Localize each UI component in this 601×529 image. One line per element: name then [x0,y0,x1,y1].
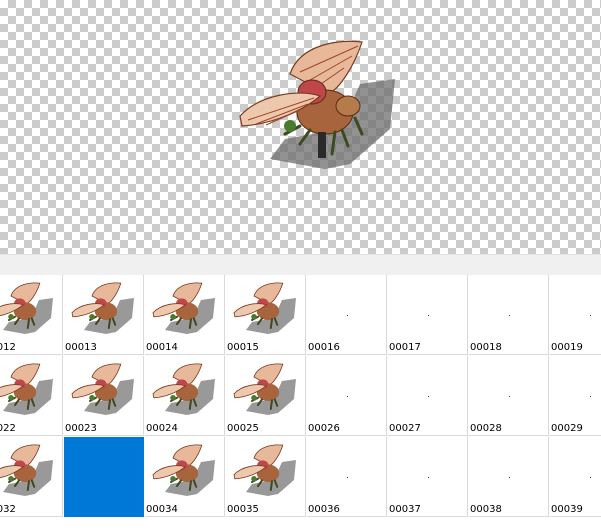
wasp-frame-icon [152,282,215,334]
frame-cell[interactable]: 00013 [64,275,144,355]
wasp-frame-icon [233,282,296,334]
wasp-frame-icon [0,363,53,415]
panel-splitter[interactable] [0,254,601,275]
empty-frame-dot [347,477,348,478]
empty-frame-dot [347,315,348,316]
frame-label: 00025 [227,423,259,434]
wasp-frame-icon [152,363,215,415]
frame-cell[interactable] [64,437,144,517]
frame-cell[interactable]: 00024 [145,356,225,436]
empty-frame-dot [509,315,510,316]
sprite-preview-canvas [0,0,601,254]
frame-label: 00026 [308,423,340,434]
frame-label: 00037 [389,504,421,515]
frame-cell[interactable]: 00037 [388,437,468,517]
frame-label: 00014 [146,342,178,353]
frame-cell[interactable]: 00019 [550,275,601,355]
frame-cell[interactable]: 00039 [550,437,601,517]
wasp-frame-icon [71,282,134,334]
frame-cell[interactable]: 00016 [307,275,387,355]
frame-cell[interactable]: 00014 [145,275,225,355]
frame-label: 00038 [470,504,502,515]
wasp-frame-icon [0,444,53,496]
frame-cell[interactable]: 00036 [307,437,387,517]
frame-label: 00024 [146,423,178,434]
empty-frame-dot [428,477,429,478]
wasp-frame-icon [0,282,53,334]
empty-frame-dot [509,396,510,397]
frame-cell[interactable]: 00026 [307,356,387,436]
frame-cell[interactable]: 00023 [64,356,144,436]
frame-label: 00036 [308,504,340,515]
frame-cell[interactable]: 00028 [469,356,549,436]
frame-cell[interactable]: 00029 [550,356,601,436]
frame-label: 00029 [551,423,583,434]
wasp-sprite-icon [239,40,395,169]
wasp-frame-icon [71,363,134,415]
frame-label: 00018 [470,342,502,353]
frame-label: 00028 [470,423,502,434]
frame-cell[interactable]: 00027 [388,356,468,436]
empty-frame-dot [428,396,429,397]
frame-cell[interactable]: 00018 [469,275,549,355]
frame-cell[interactable]: 00012 [0,275,63,355]
frame-label: 00019 [551,342,583,353]
frame-label: 00022 [0,423,16,434]
frame-cell[interactable]: 00015 [226,275,306,355]
empty-frame-dot [590,477,591,478]
frame-cell[interactable]: 00034 [145,437,225,517]
empty-frame-dot [428,315,429,316]
frame-label: 00035 [227,504,259,515]
frame-label: 00017 [389,342,421,353]
frame-label: 00027 [389,423,421,434]
frame-cell[interactable]: 00035 [226,437,306,517]
frame-grid: 00012 00013 00014 00015 00016 00017 00018 00019… [0,275,601,529]
empty-frame-dot [347,396,348,397]
empty-frame-dot [509,477,510,478]
frame-label: 00034 [146,504,178,515]
frame-label: 00016 [308,342,340,353]
frame-label: 00013 [65,342,97,353]
empty-frame-dot [590,396,591,397]
frame-cell[interactable]: 00038 [469,437,549,517]
frame-label: 00015 [227,342,259,353]
frame-label: 00012 [0,342,16,353]
wasp-frame-icon [233,363,296,415]
wasp-frame-icon [233,444,296,496]
frame-label: 00032 [0,504,16,515]
frame-label: 00039 [551,504,583,515]
empty-frame-dot [590,315,591,316]
frame-cell[interactable]: 00032 [0,437,63,517]
frame-label: 00023 [65,423,97,434]
frame-cell[interactable]: 00017 [388,275,468,355]
frame-cell[interactable]: 00025 [226,356,306,436]
frame-cell[interactable]: 00022 [0,356,63,436]
wasp-frame-icon [152,444,215,496]
